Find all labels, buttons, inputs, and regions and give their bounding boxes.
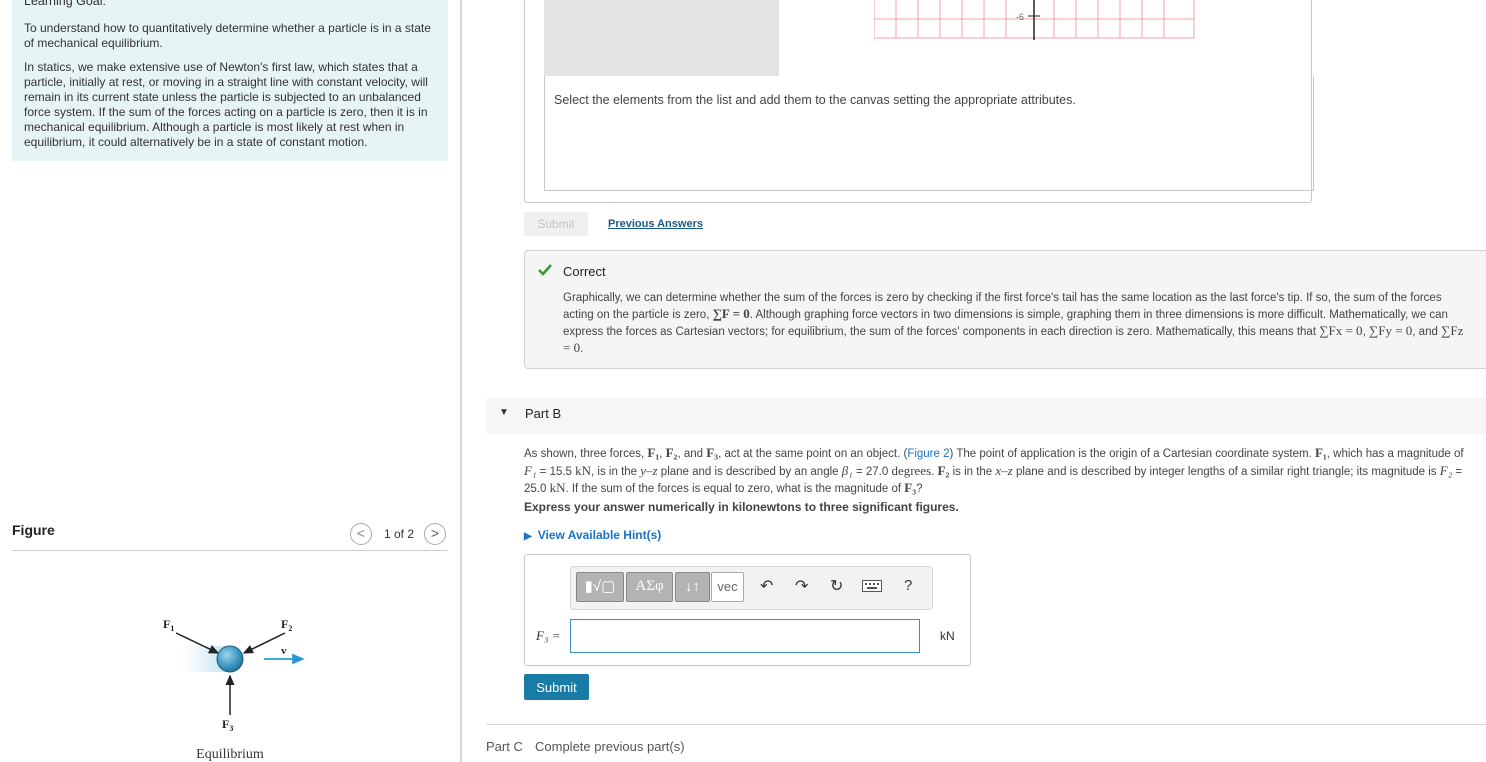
- undo-icon[interactable]: ↶: [760, 576, 773, 596]
- problem-statement: As shown, three forces, F₁, F₂, and F₃, …: [524, 445, 1464, 495]
- chevron-left-icon: <: [356, 525, 366, 541]
- learning-goal-paragraph-1: To understand how to quantitatively dete…: [24, 21, 431, 50]
- keyboard-icon[interactable]: [862, 580, 882, 592]
- element-palette[interactable]: [544, 0, 779, 76]
- part-a-submit-button[interactable]: Submit: [524, 212, 588, 236]
- part-b-submit-button[interactable]: Submit: [524, 674, 589, 700]
- answer-instruction: Express your answer numerically in kilon…: [524, 500, 959, 514]
- canvas-instruction: Select the elements from the list and ad…: [554, 93, 1076, 107]
- figure-heading: Figure: [12, 522, 55, 538]
- equilibrium-figure: F1 F2 v F3 Equilibrium: [163, 617, 305, 762]
- graph-tick-label: -6: [1016, 12, 1024, 22]
- figure-caption: Equilibrium: [196, 747, 264, 762]
- part-c-divider: [486, 724, 1486, 725]
- greek-symbols-button[interactable]: ΑΣφ: [626, 572, 673, 602]
- part-b-header[interactable]: [486, 398, 1486, 434]
- f1-label: F1: [163, 617, 174, 633]
- templates-button[interactable]: ▮√▢: [576, 572, 624, 602]
- answer-input[interactable]: [570, 619, 920, 653]
- caret-right-icon: ▶: [524, 531, 532, 542]
- figure-counter: 1 of 2: [384, 527, 415, 541]
- part-b-title: Part B: [525, 406, 562, 421]
- figure-2-link[interactable]: Figure 2: [907, 448, 949, 460]
- velocity-label: v: [281, 645, 287, 657]
- view-hints-link[interactable]: ▶ View Available Hint(s): [524, 528, 661, 542]
- redo-icon[interactable]: ↷: [795, 576, 808, 596]
- reset-icon[interactable]: ↻: [830, 576, 843, 596]
- unit-label: kN: [940, 629, 955, 643]
- chevron-right-icon: >: [430, 525, 440, 541]
- check-icon: [538, 264, 552, 276]
- force-arrow-f2: [242, 632, 286, 654]
- figure-divider: [12, 550, 448, 551]
- feedback-text: Graphically, we can determine whether th…: [563, 292, 1464, 355]
- graph-grid[interactable]: -6: [874, 0, 1196, 40]
- learning-goal-paragraph-2: In statics, we make extensive use of New…: [24, 60, 428, 149]
- figure-next-button[interactable]: >: [424, 523, 446, 545]
- vector-button[interactable]: vec: [711, 572, 744, 602]
- equation-sum-fy: ∑Fy = 0: [1368, 323, 1413, 338]
- figure-prev-button[interactable]: <: [350, 523, 372, 545]
- previous-answers-link[interactable]: Previous Answers: [608, 218, 703, 230]
- help-icon[interactable]: ?: [904, 577, 912, 594]
- feedback-status: Correct: [563, 264, 606, 279]
- part-c-label: Part C: [486, 739, 523, 754]
- particle: [216, 645, 244, 673]
- equation-sum-fx: ∑Fx = 0: [1319, 323, 1363, 338]
- pane-splitter[interactable]: [460, 0, 462, 762]
- answer-label: F₃ =: [536, 628, 561, 643]
- subscript-superscript-button[interactable]: ↓↑: [675, 572, 710, 602]
- f2-label: F2: [281, 617, 292, 633]
- learning-goal-title: Learning Goal:: [24, 0, 107, 8]
- caret-down-icon[interactable]: ▼: [499, 407, 509, 418]
- equation-sum-f: ∑F = 0: [712, 306, 750, 321]
- f3-label: F3: [222, 717, 233, 733]
- part-c-status: Complete previous part(s): [535, 739, 685, 754]
